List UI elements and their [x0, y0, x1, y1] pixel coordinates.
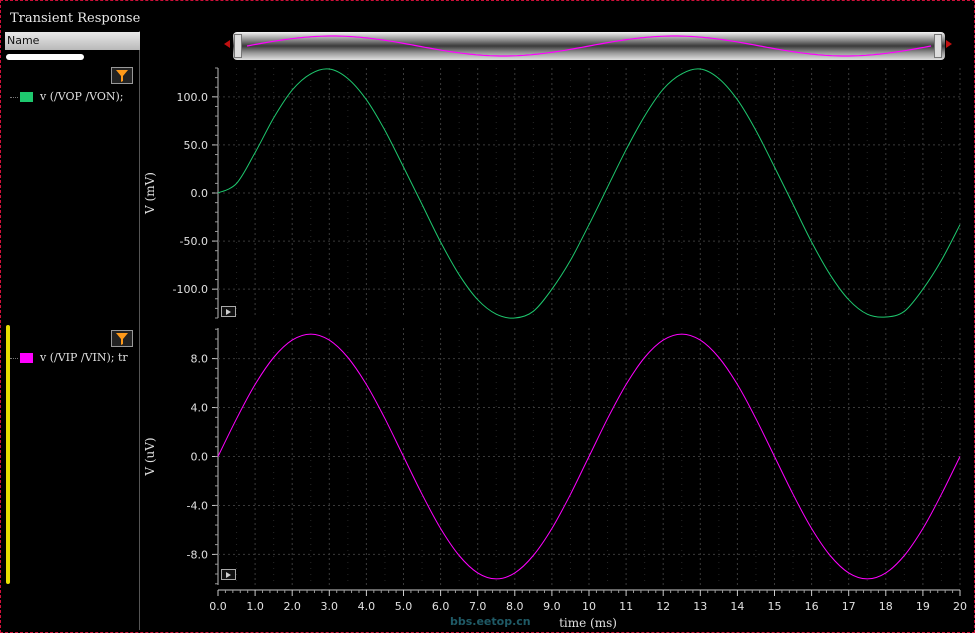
x-tick-label: 18	[879, 600, 893, 613]
y-tick-label: 4.0	[191, 402, 209, 415]
x-tick-label: 12	[656, 600, 670, 613]
y-tick-label: 50.0	[184, 139, 209, 152]
x-tick-label: 20	[953, 600, 967, 613]
x-tick-label: 19	[916, 600, 930, 613]
y-tick-label: -4.0	[187, 499, 208, 512]
x-tick-label: 1.0	[246, 600, 264, 613]
x-tick-label: 17	[842, 600, 856, 613]
y-tick-label: -8.0	[187, 548, 208, 561]
strip-top: 100.0 50.0 0.0 -50.0 -100.0 V (mV)	[143, 67, 961, 319]
y-tick-label: -100.0	[173, 283, 208, 296]
play-icon[interactable]	[221, 569, 236, 580]
plot-area[interactable]: 100.050.00.0-50.0-100.0V (mV) 8.04.00.0-…	[0, 0, 975, 633]
x-tick-label: 6.0	[432, 600, 450, 613]
x-tick-label: 4.0	[358, 600, 376, 613]
x-tick-label: 2.0	[283, 600, 301, 613]
y-tick-label: 0.0	[191, 451, 209, 464]
strip-bottom: 8.0 4.0 0.0 -4.0 -8.0 V (uV) 0.0 1.0 2.0 3.0 4.0 5.…	[143, 328, 967, 613]
y-axis-label: V (mV)	[143, 172, 157, 215]
x-tick-label: 11	[619, 600, 633, 613]
x-tick-label: 13	[693, 600, 707, 613]
y-tick-label: 100.0	[177, 91, 209, 104]
y-tick-label: 8.0	[191, 353, 209, 366]
watermark: bbs.eetop.cn	[450, 615, 531, 628]
x-tick-label: 16	[805, 600, 819, 613]
x-tick-label: 8.0	[506, 600, 524, 613]
x-tick-label: 10	[582, 600, 596, 613]
y-tick-label: -50.0	[180, 235, 208, 248]
x-tick-label: 0.0	[209, 600, 227, 613]
x-tick-label: 14	[730, 600, 744, 613]
x-tick-label: 5.0	[395, 600, 413, 613]
x-tick-label: 7.0	[469, 600, 487, 613]
x-axis-label: time (ms)	[559, 616, 617, 630]
y-axis-label: V (uV)	[143, 437, 157, 476]
x-tick-label: 15	[768, 600, 782, 613]
x-tick-label: 9.0	[543, 600, 561, 613]
y-tick-label: 0.0	[191, 187, 209, 200]
play-icon[interactable]	[221, 306, 236, 317]
x-tick-label: 3.0	[321, 600, 339, 613]
